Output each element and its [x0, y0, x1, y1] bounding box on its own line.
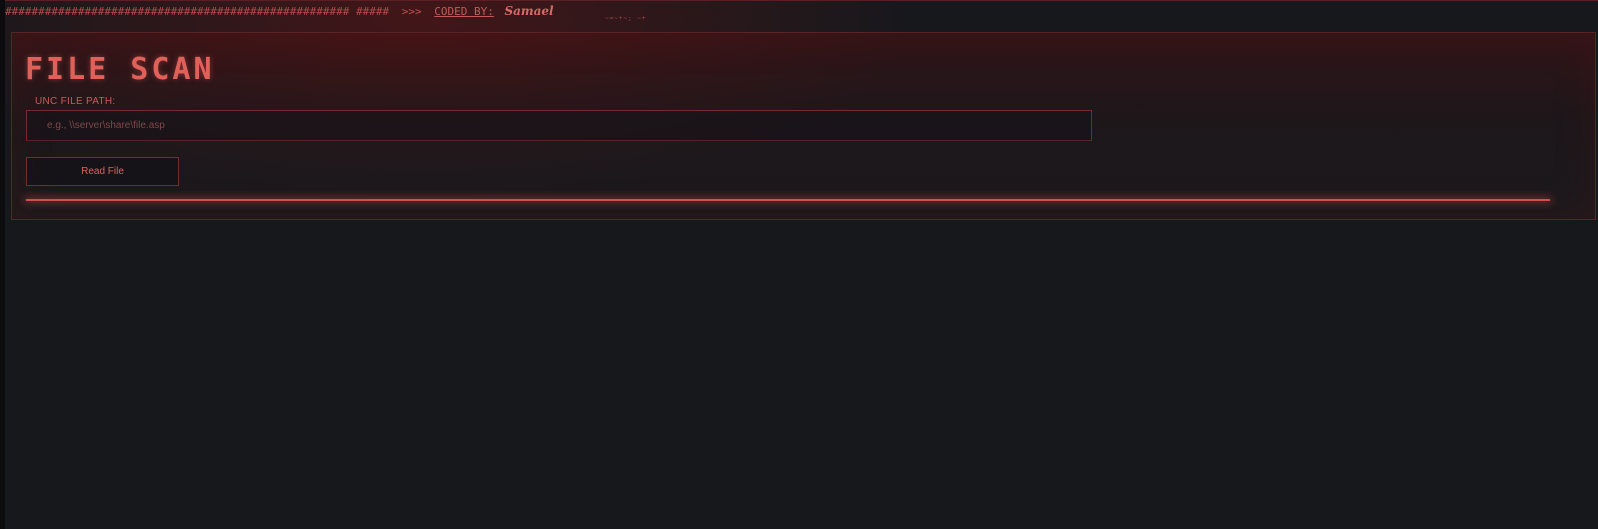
unc-path-input[interactable] [27, 111, 1091, 140]
file-scan-panel: FILE SCAN UNC FILE PATH: Read File [11, 32, 1596, 220]
banner-subtext: ~=~+~; ~+ [605, 15, 647, 22]
progress-bar [26, 199, 1550, 201]
top-border [0, 0, 1598, 1]
panel-title: FILE SCAN [25, 52, 215, 87]
banner-hashes: ########################################… [5, 5, 350, 18]
read-file-button[interactable]: Read File [26, 157, 179, 186]
unc-path-field [26, 110, 1092, 141]
banner-arrow: >>> [401, 5, 422, 18]
page: ########################################… [0, 0, 1598, 529]
header-banner: ########################################… [5, 4, 554, 20]
left-edge [0, 0, 5, 529]
banner-hashes-short: ##### [356, 5, 390, 18]
banner-coded-by: CODED BY: [434, 5, 494, 18]
banner-author: Samael [504, 4, 554, 18]
unc-path-label: UNC FILE PATH: [35, 96, 116, 107]
